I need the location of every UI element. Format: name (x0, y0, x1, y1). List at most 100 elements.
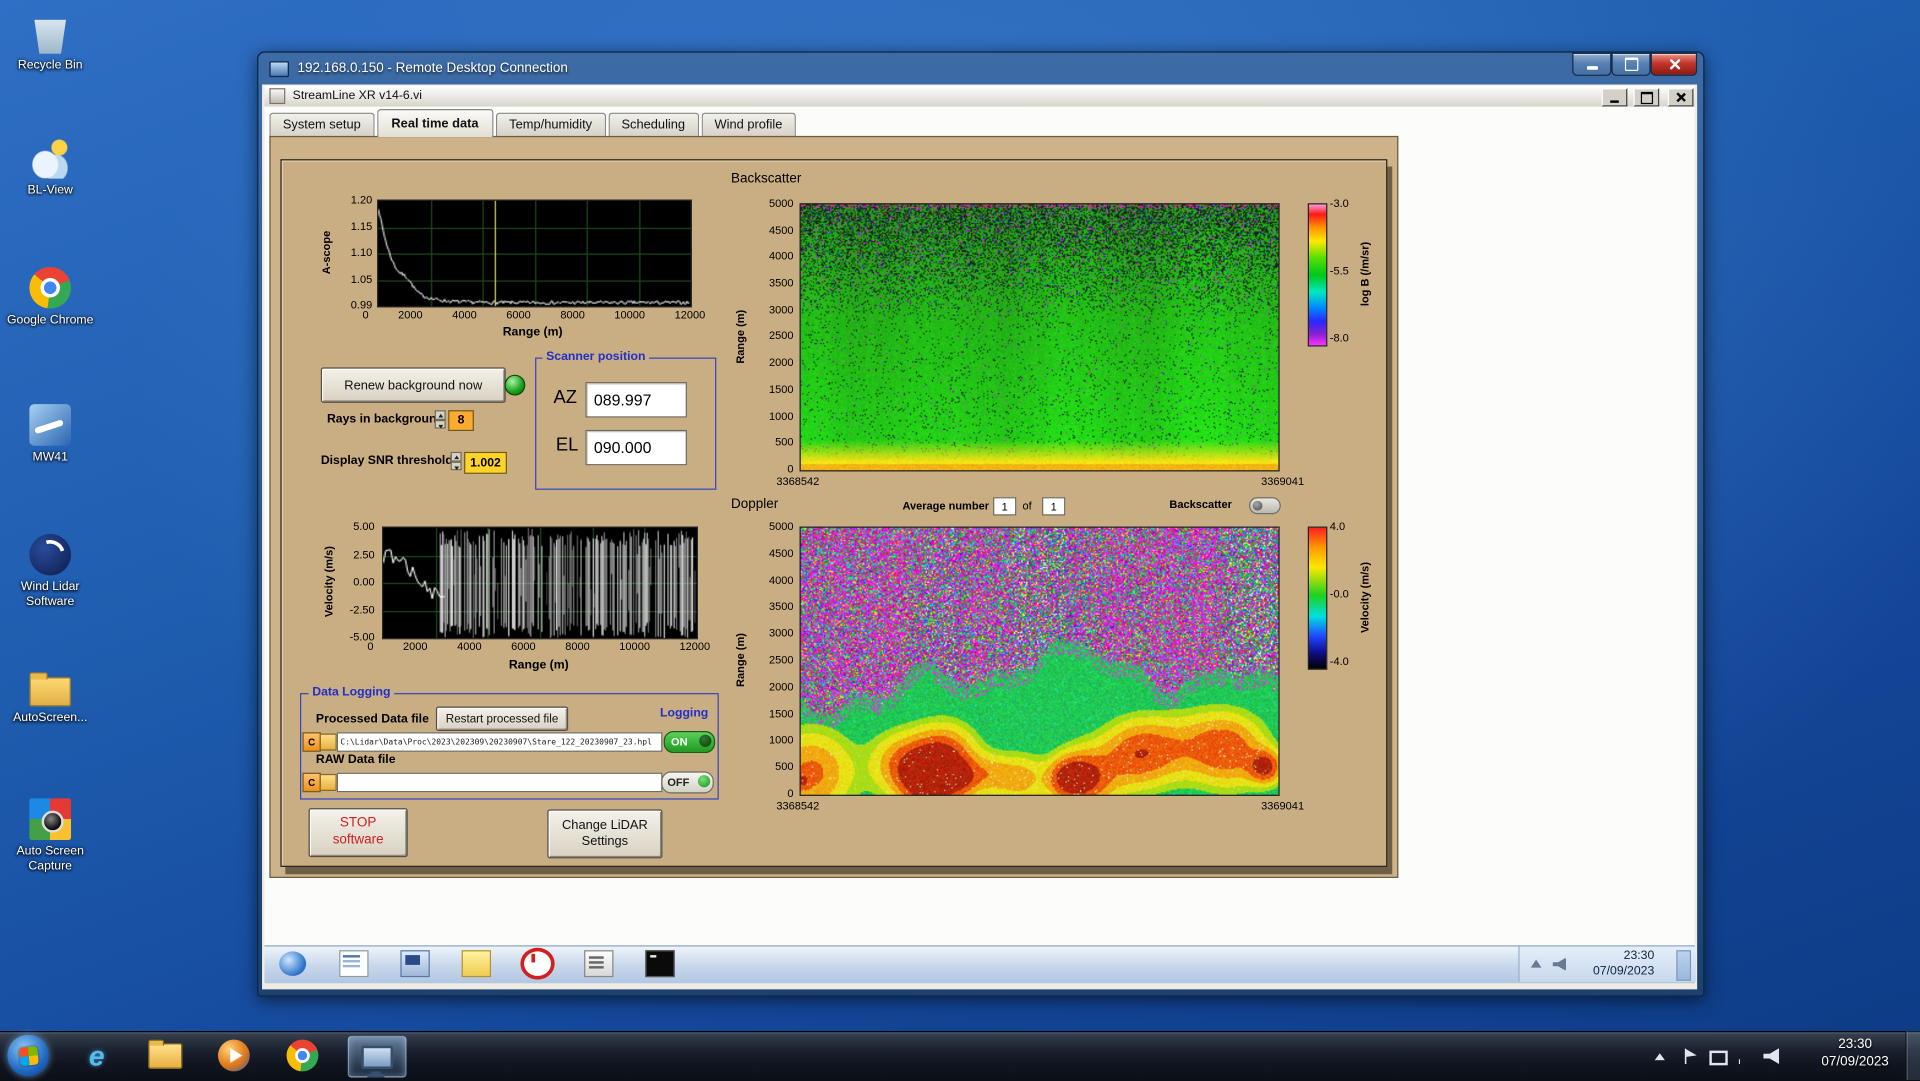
desktop-icon-auto-screen-capture[interactable]: Auto Screen Capture (2, 798, 98, 873)
remote-taskbar-item-power[interactable] (519, 947, 556, 980)
desktop: Recycle Bin BL-View Google Chrome MW41 Wind … (0, 0, 1920, 1081)
tick-label: 3500 (768, 600, 794, 613)
remote-clock[interactable]: 23:30 07/09/2023 (1578, 949, 1654, 980)
tab-bar: System setup Real time data Temp/humidity S… (269, 108, 798, 138)
show-desktop-button[interactable] (1905, 1031, 1920, 1080)
tick-label: 0 (362, 308, 369, 321)
velocity-y-axis-label: Velocity (m/s) (322, 546, 335, 618)
taskbar-item-explorer[interactable] (144, 1036, 186, 1075)
processed-path-field[interactable]: C:\Lidar\Data\Proc\2023\202309\20230907\… (336, 732, 663, 752)
restart-processed-file-label: Restart processed file (445, 712, 559, 726)
rdp-maximize-button[interactable] (1611, 52, 1651, 76)
el-value-field[interactable]: 090.000 (585, 429, 687, 466)
volume-icon[interactable] (1552, 957, 1567, 972)
remote-show-desktop[interactable] (1676, 950, 1692, 981)
rdp-icon (269, 60, 289, 77)
processed-browse-icon[interactable] (319, 733, 337, 751)
tab-scheduling[interactable]: Scheduling (607, 112, 699, 138)
of-label: of (1022, 499, 1032, 512)
rdp-minimize-button[interactable] (1572, 52, 1612, 76)
remote-taskbar-item-network[interactable] (397, 949, 434, 978)
change-lidar-settings-button[interactable]: Change LiDAR Settings (547, 809, 663, 859)
rays-value-field[interactable]: 8 (448, 410, 474, 432)
processed-drive-select[interactable]: C (302, 732, 321, 752)
average-total-field[interactable]: 1 (1042, 497, 1066, 516)
tab-wind-profile[interactable]: Wind profile (701, 112, 796, 138)
tab-temp-humidity[interactable]: Temp/humidity (495, 112, 606, 138)
start-button[interactable] (7, 1034, 49, 1077)
renew-background-button[interactable]: Renew background now (320, 367, 506, 403)
remote-taskbar-item-browser[interactable] (274, 949, 311, 978)
desktop-icon-google-chrome[interactable]: Google Chrome (2, 266, 98, 328)
app-titlebar[interactable]: StreamLine XR v14-6.vi (264, 85, 1695, 108)
backscatter-toggle-label: Backscatter (1169, 498, 1232, 511)
backscatter-colorbar-label: log B (/m/sr) (1358, 241, 1371, 306)
off-label: OFF (667, 776, 690, 789)
desktop-icon-label: Recycle Bin (17, 58, 83, 73)
remote-taskbar-item-console[interactable] (642, 949, 679, 978)
doppler-x-start: 3368542 (776, 799, 820, 812)
wind-lidar-icon (29, 533, 72, 576)
remote-taskbar-item-document[interactable] (580, 949, 617, 978)
host-clock[interactable]: 23:30 07/09/2023 (1810, 1036, 1901, 1071)
spin-up-icon[interactable] (450, 451, 462, 462)
tick-label: 0 (787, 787, 794, 800)
app-restore-button[interactable] (1633, 88, 1660, 107)
autoscreen-icon (29, 672, 72, 707)
az-value-field[interactable]: 089.997 (585, 382, 687, 418)
tick-label: 4.0 (1329, 520, 1346, 533)
tick-label: -0.0 (1329, 587, 1349, 600)
restart-processed-file-button[interactable]: Restart processed file (435, 706, 569, 732)
average-number-field[interactable]: 1 (993, 497, 1017, 516)
desktop-icon-recycle-bin[interactable]: Recycle Bin (2, 12, 98, 73)
change-line2: Settings (581, 833, 629, 849)
snr-value-field[interactable]: 1.002 (464, 451, 507, 474)
desktop-icon-mw41[interactable]: MW41 (2, 404, 98, 465)
remote-taskbar-item-notes[interactable] (458, 949, 495, 978)
tick-label: 3000 (768, 303, 794, 316)
spin-up-icon[interactable] (434, 410, 446, 420)
app-title: StreamLine XR v14-6.vi (292, 89, 422, 103)
rdp-titlebar[interactable]: 192.168.0.150 - Remote Desktop Connectio… (261, 54, 1699, 83)
backscatter-doppler-toggle[interactable] (1248, 497, 1281, 515)
tab-system-setup[interactable]: System setup (269, 112, 375, 138)
processed-data-file-label: Processed Data file (315, 712, 429, 727)
taskbar-item-remote-desktop-active[interactable] (347, 1035, 407, 1078)
doppler-title: Doppler (731, 497, 779, 512)
raw-data-file-label: RAW Data file (315, 753, 396, 767)
taskbar-item-media-player[interactable] (213, 1036, 255, 1075)
tick-label: -5.5 (1329, 264, 1349, 277)
raw-drive-select[interactable]: C (302, 772, 321, 793)
tick-label: 5.00 (353, 520, 375, 533)
raw-browse-icon[interactable] (319, 773, 337, 792)
tick-label: 2000 (403, 640, 428, 653)
display-tray-icon[interactable] (1709, 1050, 1728, 1066)
spin-down-icon[interactable] (434, 419, 446, 429)
tick-label: 8000 (560, 308, 585, 321)
rays-spinner[interactable] (434, 410, 446, 429)
app-minimize-button[interactable] (1601, 88, 1628, 107)
monitor-icon (361, 1045, 394, 1075)
tab-real-time-data[interactable]: Real time data (376, 108, 494, 138)
taskbar-item-chrome[interactable] (282, 1036, 324, 1075)
desktop-icon-autoscreen[interactable]: AutoScreen... (2, 667, 98, 725)
taskbar-item-internet-explorer[interactable]: e (76, 1036, 118, 1075)
remote-taskbar-item-notepad[interactable] (336, 949, 373, 978)
desktop-icon-wind-lidar[interactable]: Wind Lidar Software (2, 533, 98, 609)
sticky-note-icon (461, 950, 492, 978)
bl-view-icon (29, 137, 72, 179)
raw-logging-toggle[interactable]: OFF (661, 771, 714, 794)
desktop-icon-bl-view[interactable]: BL-View (2, 137, 98, 198)
velocity-x-ticks: 0 2000 4000 6000 8000 10000 12000 (367, 640, 710, 652)
app-close-button[interactable] (1667, 88, 1694, 107)
rdp-close-button[interactable] (1650, 52, 1698, 76)
raw-path-field[interactable] (336, 772, 663, 793)
spin-down-icon[interactable] (450, 461, 462, 471)
snr-spinner[interactable] (450, 451, 462, 471)
stop-line2: software (332, 832, 384, 848)
ascope-x-ticks: 0 2000 4000 6000 8000 10000 12000 (362, 309, 705, 321)
processed-logging-toggle[interactable]: ON (663, 731, 716, 754)
stop-software-button[interactable]: STOP software (308, 808, 408, 858)
show-hidden-icons-icon[interactable] (1530, 959, 1542, 968)
notepad-icon (339, 950, 369, 978)
